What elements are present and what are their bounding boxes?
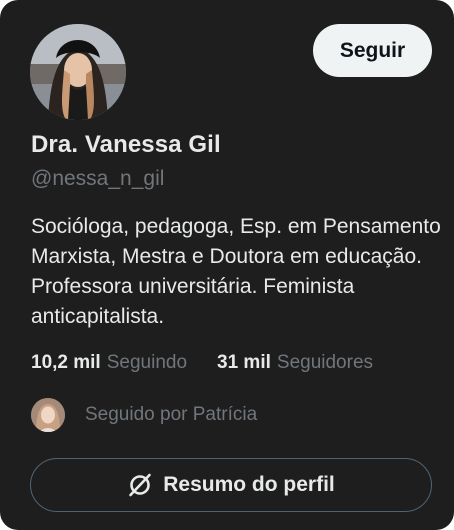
following-count: 10,2 mil <box>31 352 101 373</box>
avatar-photo <box>30 24 126 120</box>
profile-bio: Socióloga, pedagoga, Esp. em Pensamento … <box>31 215 441 328</box>
followers-stat[interactable]: 31 mil Seguidores <box>217 352 373 374</box>
profile-stats: 10,2 mil Seguindo 31 mil Seguidores <box>31 352 373 374</box>
following-stat[interactable]: 10,2 mil Seguindo <box>31 352 187 374</box>
profile-summary-button[interactable]: Resumo do perfil <box>30 458 432 512</box>
followed-by-row[interactable]: Seguido por Patrícia <box>31 398 257 432</box>
avatar[interactable] <box>30 24 126 120</box>
display-name: Dra. Vanessa Gil <box>31 131 221 158</box>
following-label: Seguindo <box>106 352 188 373</box>
profile-summary-label: Resumo do perfil <box>163 473 335 496</box>
ai-summary-icon <box>127 472 153 498</box>
followed-by-text: Seguido por Patrícia <box>85 404 258 425</box>
profile-hover-card: Seguir Dra. Vanessa Gil @nessa_n_gil Soc… <box>0 0 454 530</box>
follower-avatar-photo <box>31 398 65 432</box>
follow-button[interactable]: Seguir <box>313 24 432 77</box>
follower-avatar <box>31 398 65 432</box>
username-handle[interactable]: @nessa_n_gil <box>31 167 164 191</box>
followers-count: 31 mil <box>217 352 271 373</box>
followers-label: Seguidores <box>276 352 374 373</box>
